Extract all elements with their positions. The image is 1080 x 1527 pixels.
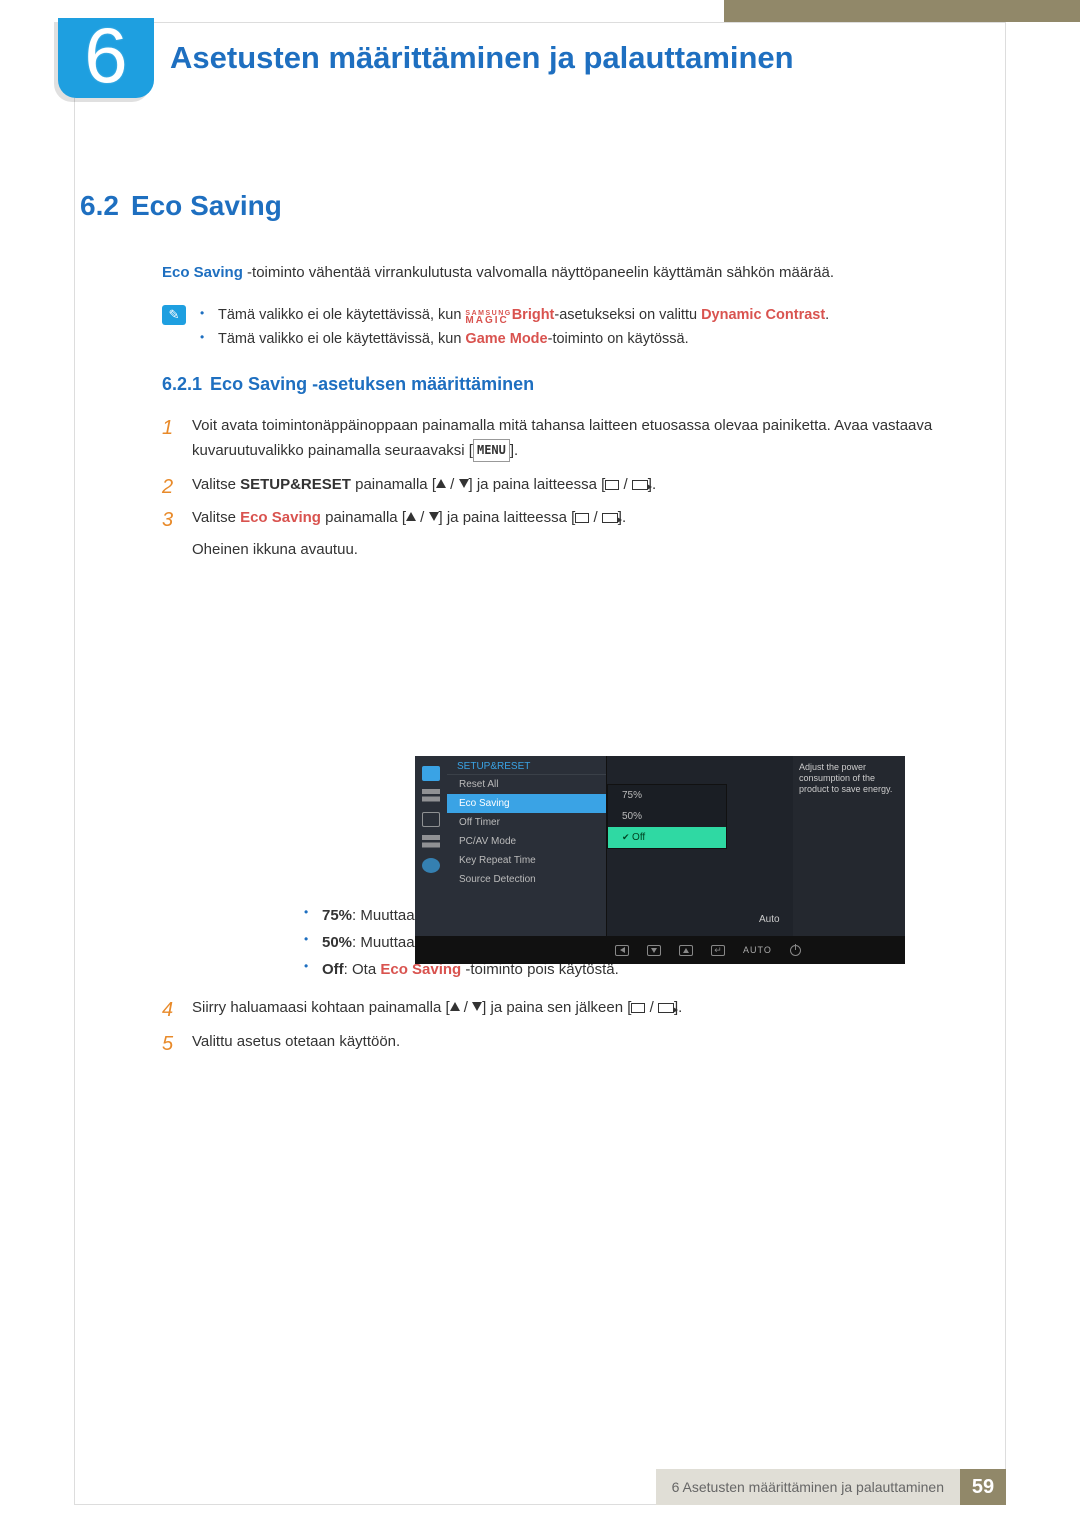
decorative-top-bar <box>724 0 1080 22</box>
step-1: 1 Voit avata toimintonäppäinoppaan paina… <box>162 413 1000 464</box>
chapter-title: Asetusten määrittäminen ja palauttaminen <box>170 40 794 76</box>
page-footer: 6 Asetusten määrittäminen ja palauttamin… <box>74 1469 1006 1505</box>
rect-icon <box>631 1003 645 1013</box>
osd-option-75: 75% <box>608 785 726 806</box>
footer-page-number: 59 <box>960 1469 1006 1505</box>
osd-info-icon <box>422 858 440 873</box>
osd-move-icon <box>422 812 440 827</box>
osd-item-reset: Reset All <box>447 775 606 794</box>
osd-item-source: Source Detection <box>447 870 606 889</box>
chapter-tab: 6 <box>58 18 154 98</box>
step-5: 5 Valittu asetus otetaan käyttöön. <box>162 1029 1000 1055</box>
osd-option-50: 50% <box>608 806 726 827</box>
osd-screenshot: SETUP&RESET Reset All Eco Saving Off Tim… <box>415 756 905 964</box>
content-area: 6.2 Eco Saving Eco Saving -toiminto vähe… <box>80 190 1000 1062</box>
up-icon <box>450 1002 460 1011</box>
osd-item-ecosaving: Eco Saving <box>447 794 606 813</box>
: 5 <box>162 1027 173 1061</box>
osd-source-value: Auto <box>759 914 780 925</box>
down-icon <box>429 512 439 521</box>
intro-rest: -toiminto vähentää virrankulutusta valvo… <box>243 264 834 281</box>
note-item-1: Tämä valikko ei ole käytettävissä, kun S… <box>200 303 829 328</box>
intro-label: Eco Saving <box>162 264 243 281</box>
subsection-heading: 6.2.1Eco Saving -asetuksen määrittäminen <box>162 374 1000 395</box>
section-title: Eco Saving <box>131 190 282 222</box>
rect-icon <box>605 480 619 490</box>
step-num: 3 <box>162 503 173 537</box>
osd-monitor-icon <box>422 766 440 781</box>
osd-auto-label: AUTO <box>743 945 772 955</box>
section-heading: 6.2 Eco Saving <box>80 190 1000 222</box>
osd-option-off: Off <box>608 827 726 848</box>
note-item-2: Tämä valikko ei ole käytettävissä, kun G… <box>200 327 829 352</box>
menu-label: MENU <box>473 439 510 461</box>
down-icon <box>459 479 469 488</box>
samsung-magic-logo: SAMSUNGMAGIC <box>465 311 511 325</box>
subsection-title: Eco Saving -asetuksen määrittäminen <box>210 374 534 394</box>
osd-description: Adjust the power consumption of the prod… <box>793 756 905 936</box>
chapter-number: 6 <box>58 16 154 94</box>
step-2: 2 Valitse SETUP&RESET painamalla [ / ] j… <box>162 472 1000 498</box>
osd-menu: SETUP&RESET Reset All Eco Saving Off Tim… <box>447 756 607 936</box>
osd-nav-left-icon <box>615 945 629 956</box>
osd-nav-return-icon: ↵ <box>711 945 725 956</box>
subsection-number: 6.2.1 <box>162 374 210 394</box>
note-block: Tämä valikko ei ole käytettävissä, kun S… <box>80 303 1000 352</box>
osd-sidebar-icons <box>415 756 447 936</box>
step-num: 4 <box>162 993 173 1027</box>
osd-nav-up-icon <box>679 945 693 956</box>
step-num: 1 <box>162 411 173 445</box>
osd-lines2-icon <box>422 835 440 850</box>
up-icon <box>406 512 416 521</box>
down-icon <box>472 1002 482 1011</box>
intro-paragraph: Eco Saving -toiminto vähentää virrankulu… <box>80 262 1000 285</box>
source-icon <box>602 513 618 523</box>
step-4: 4 Siirry haluamaasi kohtaan painamalla [… <box>162 995 1000 1021</box>
up-icon <box>436 479 446 488</box>
osd-item-keyrepeat: Key Repeat Time <box>447 851 606 870</box>
step-num: 2 <box>162 470 173 504</box>
osd-nav-down-icon <box>647 945 661 956</box>
footer-chapter-label: 6 Asetusten määrittäminen ja palauttamin… <box>656 1469 960 1505</box>
osd-item-pcav: PC/AV Mode <box>447 832 606 851</box>
note-list: Tämä valikko ei ole käytettävissä, kun S… <box>200 303 829 352</box>
source-icon <box>658 1003 674 1013</box>
note-icon <box>162 305 186 325</box>
osd-lines-icon <box>422 789 440 804</box>
osd-options-popup: 75% 50% Off <box>607 784 727 849</box>
step-3-followup: Oheinen ikkuna avautuu. <box>192 537 1000 563</box>
source-icon <box>632 480 648 490</box>
section-number: 6.2 <box>80 190 131 222</box>
rect-icon <box>575 513 589 523</box>
osd-power-icon <box>790 945 801 956</box>
osd-nav-bar: ↵ AUTO <box>415 936 905 964</box>
osd-menu-header: SETUP&RESET <box>447 756 606 775</box>
